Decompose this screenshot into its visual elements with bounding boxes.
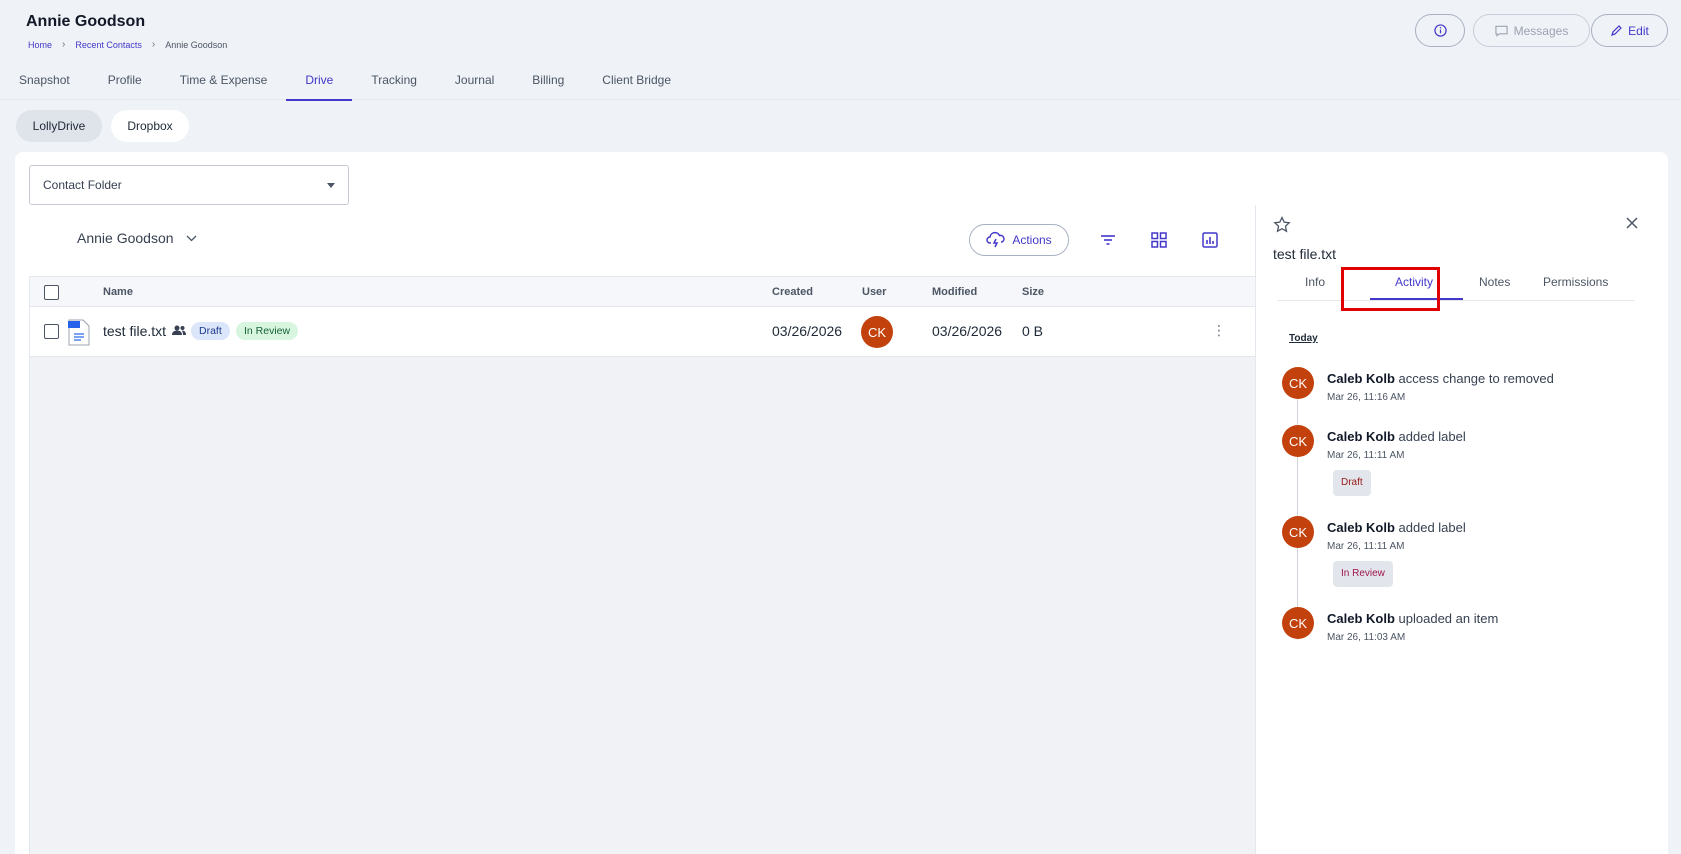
activity-time: Mar 26, 11:11 AM bbox=[1327, 541, 1405, 552]
avatar: CK bbox=[1282, 425, 1314, 457]
select-all-checkbox[interactable] bbox=[44, 285, 59, 300]
activity-action: added label bbox=[1398, 429, 1466, 444]
star-icon[interactable] bbox=[1273, 216, 1291, 234]
activity-group-label: Today bbox=[1289, 333, 1318, 344]
tab-billing[interactable]: Billing bbox=[513, 60, 583, 101]
tab-snapshot[interactable]: Snapshot bbox=[0, 60, 89, 101]
message-icon bbox=[1495, 25, 1508, 37]
avatar: CK bbox=[1282, 516, 1314, 548]
column-size[interactable]: Size bbox=[1022, 286, 1044, 298]
cloud-lightning-icon bbox=[986, 231, 1005, 248]
avatar: CK bbox=[1282, 367, 1314, 399]
more-options-icon[interactable]: ⋮ bbox=[1212, 323, 1226, 337]
lollydrive-toggle[interactable]: LollyDrive bbox=[16, 110, 102, 142]
annotation-highlight-box bbox=[1341, 267, 1440, 311]
actions-label: Actions bbox=[1012, 233, 1052, 247]
tab-tracking[interactable]: Tracking bbox=[352, 60, 436, 101]
page-header: Annie Goodson Home › Recent Contacts › A… bbox=[0, 0, 1681, 101]
filter-button[interactable] bbox=[1097, 229, 1119, 251]
tab-profile[interactable]: Profile bbox=[89, 60, 161, 101]
activity-time: Mar 26, 11:16 AM bbox=[1327, 392, 1406, 403]
activity-time: Mar 26, 11:11 AM bbox=[1327, 450, 1405, 461]
activity-time: Mar 26, 11:03 AM bbox=[1327, 632, 1406, 643]
tab-info[interactable]: Info bbox=[1305, 275, 1325, 289]
breadcrumb: Home › Recent Contacts › Annie Goodson bbox=[28, 39, 227, 50]
chart-icon bbox=[1202, 232, 1218, 248]
table-header: Name Created User Modified Size bbox=[30, 276, 1256, 307]
text-file-icon bbox=[68, 319, 90, 346]
tab-journal[interactable]: Journal bbox=[436, 60, 513, 101]
activity-user: Caleb Kolb bbox=[1327, 611, 1395, 626]
close-icon[interactable] bbox=[1625, 216, 1639, 230]
column-modified[interactable]: Modified bbox=[932, 286, 977, 298]
tab-drive[interactable]: Drive bbox=[286, 60, 353, 101]
owner-select-label: Annie Goodson bbox=[77, 230, 174, 246]
row-checkbox[interactable] bbox=[44, 324, 59, 339]
chevron-right-icon: › bbox=[62, 39, 66, 50]
chevron-down-icon bbox=[186, 235, 196, 241]
breadcrumb-current: Annie Goodson bbox=[165, 39, 228, 50]
info-icon bbox=[1433, 24, 1447, 37]
tab-time-expense[interactable]: Time & Expense bbox=[161, 60, 287, 101]
modified-date: 03/26/2026 bbox=[932, 323, 1003, 339]
messages-label: Messages bbox=[1513, 23, 1569, 38]
file-table: Name Created User Modified Size test fil… bbox=[29, 276, 1256, 854]
info-button[interactable] bbox=[1415, 14, 1465, 47]
label-in-review: In Review bbox=[236, 322, 299, 340]
activity-label-draft: Draft bbox=[1333, 470, 1371, 496]
activity-user: Caleb Kolb bbox=[1327, 371, 1395, 386]
contact-tabs: Snapshot Profile Time & Expense Drive Tr… bbox=[0, 60, 690, 101]
activity-action: added label bbox=[1398, 520, 1466, 535]
label-draft: Draft bbox=[191, 322, 230, 340]
activity-action: uploaded an item bbox=[1398, 611, 1499, 626]
avatar: CK bbox=[1282, 607, 1314, 639]
folder-select[interactable]: Contact Folder bbox=[29, 165, 349, 205]
table-row[interactable]: test file.txt Draft In Review 03/26/2026… bbox=[30, 307, 1256, 357]
column-user[interactable]: User bbox=[862, 286, 886, 298]
folder-select-value: Contact Folder bbox=[43, 178, 122, 192]
actions-button[interactable]: Actions bbox=[969, 224, 1069, 256]
file-details-panel: test file.txt Info Activity Notes Permis… bbox=[1255, 205, 1668, 854]
panel-tabs: Info Activity Notes Permissions bbox=[1278, 260, 1634, 301]
edit-label: Edit bbox=[1628, 23, 1649, 38]
column-created[interactable]: Created bbox=[772, 286, 813, 298]
caret-down-icon bbox=[327, 183, 335, 188]
page-title: Annie Goodson bbox=[26, 13, 146, 30]
activity-label-in-review: In Review bbox=[1333, 561, 1393, 587]
activity-action: access change to removed bbox=[1398, 371, 1554, 386]
dropbox-toggle[interactable]: Dropbox bbox=[111, 110, 189, 142]
edit-button[interactable]: Edit bbox=[1591, 14, 1668, 47]
file-name[interactable]: test file.txt bbox=[103, 323, 166, 339]
avatar: CK bbox=[861, 316, 893, 348]
file-size: 0 B bbox=[1022, 323, 1044, 339]
activity-user: Caleb Kolb bbox=[1327, 520, 1395, 535]
insights-button[interactable] bbox=[1199, 229, 1221, 251]
pencil-icon bbox=[1611, 24, 1623, 36]
tab-client-bridge[interactable]: Client Bridge bbox=[583, 60, 690, 101]
tab-notes[interactable]: Notes bbox=[1479, 275, 1510, 289]
shared-users-icon bbox=[172, 325, 186, 335]
breadcrumb-home[interactable]: Home bbox=[28, 40, 52, 50]
created-date: 03/26/2026 bbox=[772, 323, 843, 339]
messages-button[interactable]: Messages bbox=[1473, 14, 1590, 47]
grid-icon bbox=[1151, 232, 1167, 248]
breadcrumb-recent-contacts[interactable]: Recent Contacts bbox=[75, 40, 142, 50]
timeline-line bbox=[1297, 380, 1298, 640]
column-name[interactable]: Name bbox=[103, 286, 133, 298]
activity-user: Caleb Kolb bbox=[1327, 429, 1395, 444]
owner-select[interactable]: Annie Goodson bbox=[77, 230, 197, 246]
chevron-right-icon: › bbox=[151, 39, 156, 50]
grid-view-button[interactable] bbox=[1148, 229, 1170, 251]
filter-icon bbox=[1101, 235, 1115, 245]
tab-permissions[interactable]: Permissions bbox=[1543, 275, 1608, 289]
